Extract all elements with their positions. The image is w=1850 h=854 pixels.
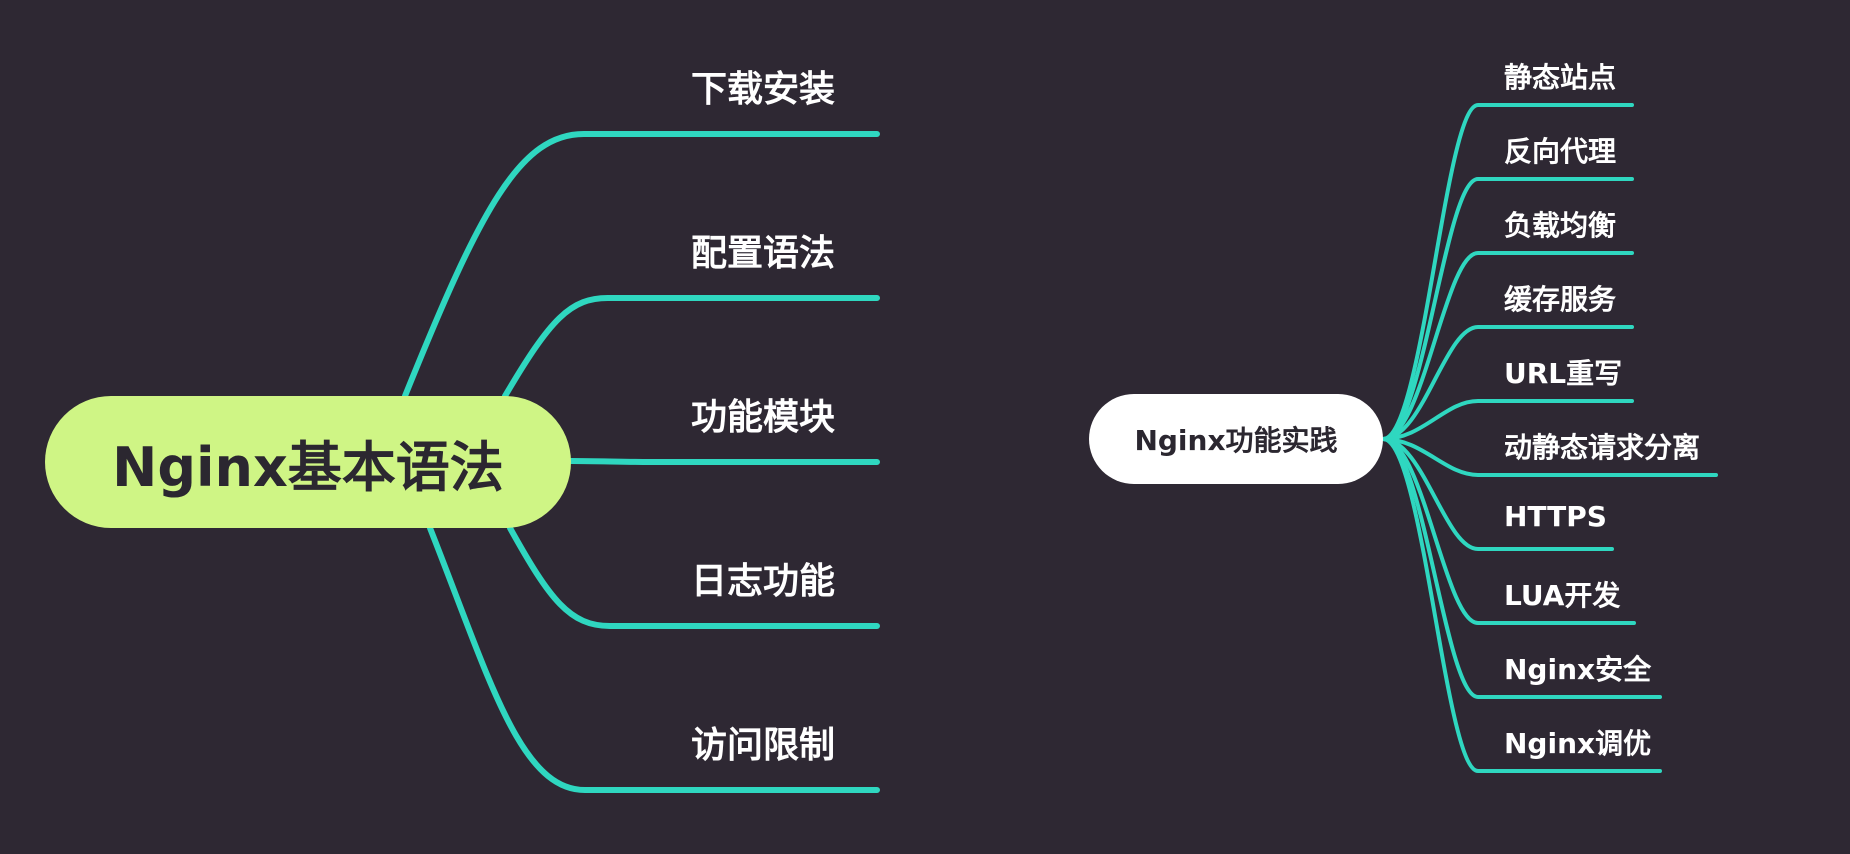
connector-map1-2 bbox=[568, 458, 880, 465]
branch-static-dynamic-separation[interactable]: 动静态请求分离 bbox=[1504, 426, 1700, 466]
branch-download-install[interactable]: 下载安装 bbox=[648, 60, 878, 112]
branch-function-modules[interactable]: 功能模块 bbox=[648, 388, 878, 440]
mind-map-canvas: Nginx基本语法 Nginx功能实践 下载安装 配置语法 功能模块 日志功能 … bbox=[0, 0, 1850, 854]
branch-cache-service[interactable]: 缓存服务 bbox=[1504, 278, 1616, 318]
connector-map1-1 bbox=[502, 294, 880, 399]
branch-load-balancing[interactable]: 负载均衡 bbox=[1504, 204, 1616, 244]
branch-reverse-proxy[interactable]: 反向代理 bbox=[1504, 130, 1616, 170]
branch-url-rewrite[interactable]: URL重写 bbox=[1504, 352, 1622, 392]
root-node-nginx-basic-syntax[interactable]: Nginx基本语法 bbox=[45, 396, 571, 528]
branch-config-syntax[interactable]: 配置语法 bbox=[648, 224, 878, 276]
branch-lua-development[interactable]: LUA开发 bbox=[1504, 574, 1620, 614]
branch-access-limit[interactable]: 访问限制 bbox=[648, 716, 878, 768]
branch-static-site[interactable]: 静态站点 bbox=[1504, 56, 1616, 96]
branch-https[interactable]: HTTPS bbox=[1504, 500, 1607, 533]
branch-nginx-tuning[interactable]: Nginx调优 bbox=[1504, 722, 1651, 762]
root-node-nginx-practice[interactable]: Nginx功能实践 bbox=[1089, 394, 1383, 484]
branch-nginx-security[interactable]: Nginx安全 bbox=[1504, 648, 1651, 688]
branch-log-function[interactable]: 日志功能 bbox=[648, 552, 878, 604]
